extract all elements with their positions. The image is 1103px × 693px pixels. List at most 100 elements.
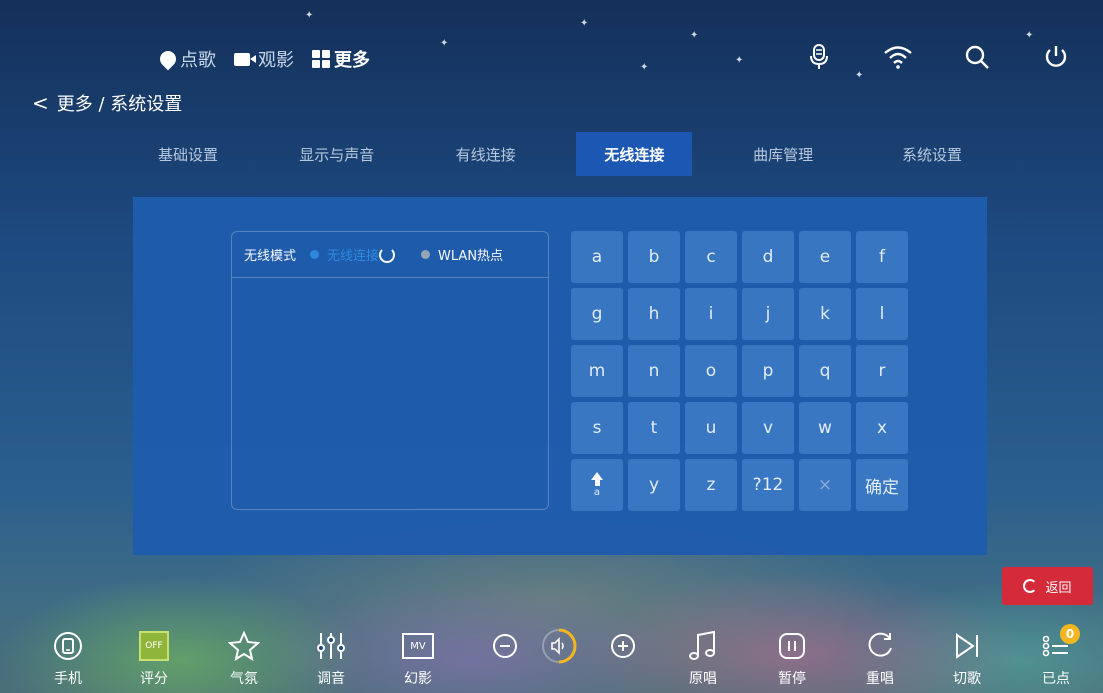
key[interactable]: q: [799, 345, 851, 397]
key[interactable]: r: [856, 345, 908, 397]
nav-label: 观影: [258, 50, 294, 71]
toolbar-label: 评分: [140, 671, 168, 687]
key[interactable]: d: [742, 231, 794, 283]
star-icon: [228, 630, 260, 662]
toolbar-label: 原唱: [689, 671, 717, 687]
toolbar-label: 调音: [317, 671, 345, 687]
toolbar-label: 暂停: [778, 671, 806, 687]
delete-key[interactable]: ×: [799, 459, 851, 511]
toolbar-label: 幻影: [404, 671, 432, 687]
confirm-key[interactable]: 确定: [856, 459, 908, 511]
volume-button[interactable]: [532, 626, 586, 666]
phone-button[interactable]: 手机: [38, 626, 98, 688]
key[interactable]: l: [856, 288, 908, 340]
wifi-icon[interactable]: [881, 40, 915, 74]
phone-icon: [54, 632, 82, 660]
replay-button[interactable]: 重唱: [850, 626, 910, 688]
wireless-mode-label: 无线模式: [244, 249, 297, 264]
tab-display-sound[interactable]: 显示与声音: [279, 132, 395, 176]
key[interactable]: k: [799, 288, 851, 340]
breadcrumb-text: 更多 / 系统设置: [56, 94, 183, 115]
volume-up-icon: [611, 634, 635, 658]
radio-selected-icon: [310, 250, 320, 259]
key[interactable]: a: [571, 231, 623, 283]
key[interactable]: f: [856, 231, 908, 283]
star-decoration: ✦: [735, 55, 744, 66]
shift-key-label: a: [593, 487, 601, 498]
search-icon[interactable]: [960, 40, 994, 74]
nav-item-songs[interactable]: 点歌: [156, 46, 216, 72]
toolbar-label: 手机: [54, 671, 82, 687]
volume-down-button[interactable]: [478, 626, 532, 666]
key[interactable]: z: [685, 459, 737, 511]
power-icon[interactable]: [1039, 40, 1073, 74]
tab-system[interactable]: 系统设置: [874, 132, 990, 176]
shift-key[interactable]: a: [571, 459, 623, 511]
key[interactable]: u: [685, 402, 737, 454]
score-off-icon: OFF: [139, 631, 169, 661]
return-label: 返回: [1045, 580, 1072, 596]
key[interactable]: o: [685, 345, 737, 397]
key[interactable]: p: [742, 345, 794, 397]
key[interactable]: v: [742, 402, 794, 454]
volume-up-button[interactable]: [596, 626, 650, 666]
onscreen-keyboard: a b c d e f g h i j k l m n o p q r s t …: [571, 231, 908, 511]
music-note-icon: [689, 630, 715, 660]
breadcrumb[interactable]: < 更多 / 系统设置: [32, 90, 182, 116]
volume-down-icon: [493, 634, 517, 658]
star-decoration: ✦: [690, 30, 699, 41]
next-icon: [956, 633, 978, 659]
settings-tabs: 基础设置 显示与声音 有线连接 无线连接 曲库管理 系统设置: [130, 132, 990, 176]
radio-unselected-icon: [421, 250, 431, 259]
return-button[interactable]: 返回: [1002, 567, 1093, 605]
microphone-icon[interactable]: [802, 40, 836, 74]
tab-wired[interactable]: 有线连接: [428, 132, 544, 176]
key[interactable]: b: [628, 231, 680, 283]
option-hotspot[interactable]: WLAN热点: [421, 245, 503, 264]
key[interactable]: h: [628, 288, 680, 340]
symbols-key[interactable]: ?12: [742, 459, 794, 511]
tab-basic[interactable]: 基础设置: [130, 132, 246, 176]
key[interactable]: m: [571, 345, 623, 397]
bottom-toolbar: 手机 OFF 评分 气氛 调音 MV 幻影 原唱 暂停 重唱 切歌 0 已点: [0, 624, 1103, 693]
atmosphere-button[interactable]: 气氛: [214, 626, 274, 688]
key[interactable]: e: [799, 231, 851, 283]
toolbar-label: 气氛: [230, 671, 258, 687]
key[interactable]: w: [799, 402, 851, 454]
star-decoration: ✦: [580, 18, 589, 29]
replay-icon: [868, 632, 892, 657]
tab-library[interactable]: 曲库管理: [725, 132, 841, 176]
key[interactable]: c: [685, 231, 737, 283]
nav-label: 点歌: [180, 50, 216, 71]
phantom-button[interactable]: MV 幻影: [388, 626, 448, 688]
key[interactable]: j: [742, 288, 794, 340]
queue-count-badge: 0: [1060, 624, 1080, 644]
star-decoration: ✦: [305, 10, 314, 21]
option-wifi-label: 无线连接: [327, 249, 380, 264]
pause-button[interactable]: 暂停: [762, 626, 822, 688]
score-button[interactable]: OFF 评分: [124, 626, 184, 688]
top-right-icons: [802, 40, 1073, 74]
mv-icon: MV: [402, 633, 434, 659]
chevron-left-icon[interactable]: <: [32, 91, 49, 115]
option-wifi[interactable]: 无线连接: [310, 245, 396, 264]
key[interactable]: s: [571, 402, 623, 454]
nav-item-movies[interactable]: 观影: [234, 46, 294, 72]
key[interactable]: t: [628, 402, 680, 454]
key[interactable]: i: [685, 288, 737, 340]
next-song-button[interactable]: 切歌: [937, 626, 997, 688]
key[interactable]: x: [856, 402, 908, 454]
key[interactable]: n: [628, 345, 680, 397]
arrow-stem: [594, 480, 600, 486]
tab-wireless[interactable]: 无线连接: [576, 132, 693, 176]
toolbar-label: 已点: [1042, 671, 1070, 687]
grid-icon: [312, 50, 330, 68]
playlist-button[interactable]: 0 已点: [1026, 624, 1086, 688]
original-vocal-button[interactable]: 原唱: [673, 626, 733, 688]
tuning-button[interactable]: 调音: [301, 626, 361, 688]
nav-item-more[interactable]: 更多: [312, 46, 370, 72]
key[interactable]: y: [628, 459, 680, 511]
arrow-up-icon: [591, 472, 603, 480]
toolbar-label: 切歌: [953, 671, 981, 687]
key[interactable]: g: [571, 288, 623, 340]
